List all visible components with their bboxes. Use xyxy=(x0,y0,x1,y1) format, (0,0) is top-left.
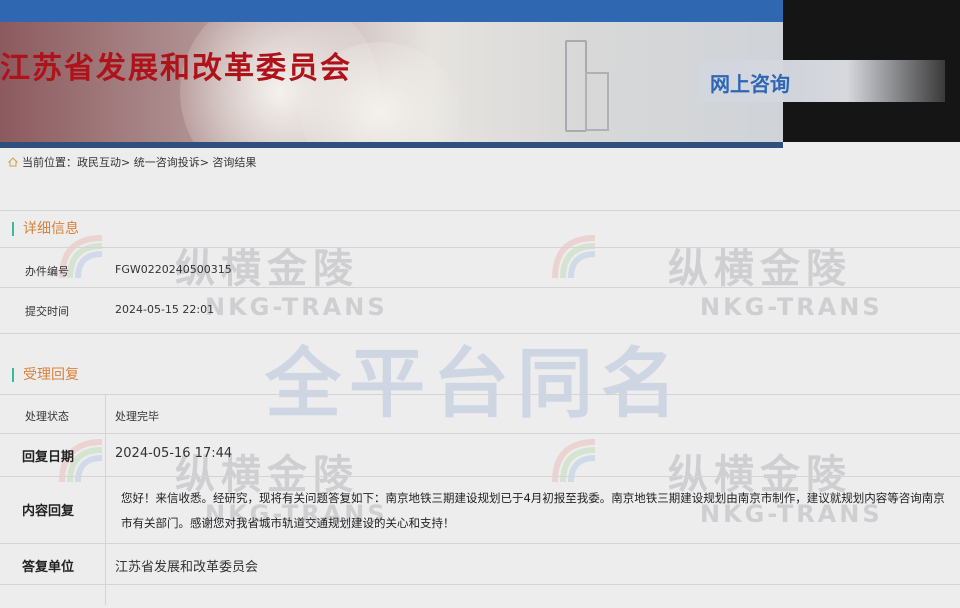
row-divider xyxy=(0,210,960,211)
banner-lamp-decoration xyxy=(585,72,609,131)
home-icon xyxy=(8,157,18,167)
status-value: 处理完毕 xyxy=(115,410,159,423)
org-title: 江苏省发展和改革委员会 xyxy=(0,51,352,86)
watermark-cn: 纵横金陵 xyxy=(668,246,852,292)
case-number-value: FGW0220240500315 xyxy=(115,263,232,276)
status-label: 处理状态 xyxy=(25,410,69,423)
reply-date-label: 回复日期 xyxy=(22,450,75,465)
row-divider xyxy=(0,333,960,334)
reply-content-value: 您好！来信收悉。经研究，现将有关问题答复如下：南京地铁三期建设规划已于4月初报至… xyxy=(121,491,945,530)
case-number-label: 办件编号 xyxy=(25,265,69,278)
breadcrumb-path[interactable]: 政民互动> 统一咨询投诉> 咨询结果 xyxy=(77,156,256,169)
online-consult-label[interactable]: 网上咨询 xyxy=(710,68,790,97)
row-divider xyxy=(0,247,960,248)
watermark-en: NKG-TRANS xyxy=(700,293,883,321)
banner-lamp-decoration xyxy=(565,40,587,132)
watermark-center: 全平台同名 xyxy=(265,339,685,428)
section-title-details: 详细信息 xyxy=(12,222,79,236)
section-title-reply: 受理回复 xyxy=(12,368,79,382)
watermark-logo-icon xyxy=(552,439,596,483)
header-divider xyxy=(0,142,783,148)
row-divider xyxy=(0,287,960,288)
reply-date-value: 2024-05-16 17:44 xyxy=(115,446,233,461)
breadcrumb-label: 当前位置： xyxy=(22,156,77,169)
column-divider xyxy=(105,395,106,605)
reply-content-label: 内容回复 xyxy=(22,504,75,519)
reply-unit-label: 答复单位 xyxy=(22,560,75,575)
row-divider xyxy=(0,543,960,544)
watermark-logo-icon xyxy=(552,235,596,279)
row-divider xyxy=(0,584,960,585)
watermark-logo-icon xyxy=(59,235,103,279)
top-bar xyxy=(0,0,783,22)
submit-time-label: 提交时间 xyxy=(25,305,69,318)
reply-unit-value: 江苏省发展和改革委员会 xyxy=(115,560,259,575)
row-divider xyxy=(0,476,960,477)
submit-time-value: 2024-05-15 22:01 xyxy=(115,303,215,316)
row-divider xyxy=(0,394,960,395)
watermark-en: NKG-TRANS xyxy=(205,293,388,321)
row-divider xyxy=(0,433,960,434)
breadcrumb: 当前位置：政民互动> 统一咨询投诉> 咨询结果 xyxy=(8,154,256,170)
